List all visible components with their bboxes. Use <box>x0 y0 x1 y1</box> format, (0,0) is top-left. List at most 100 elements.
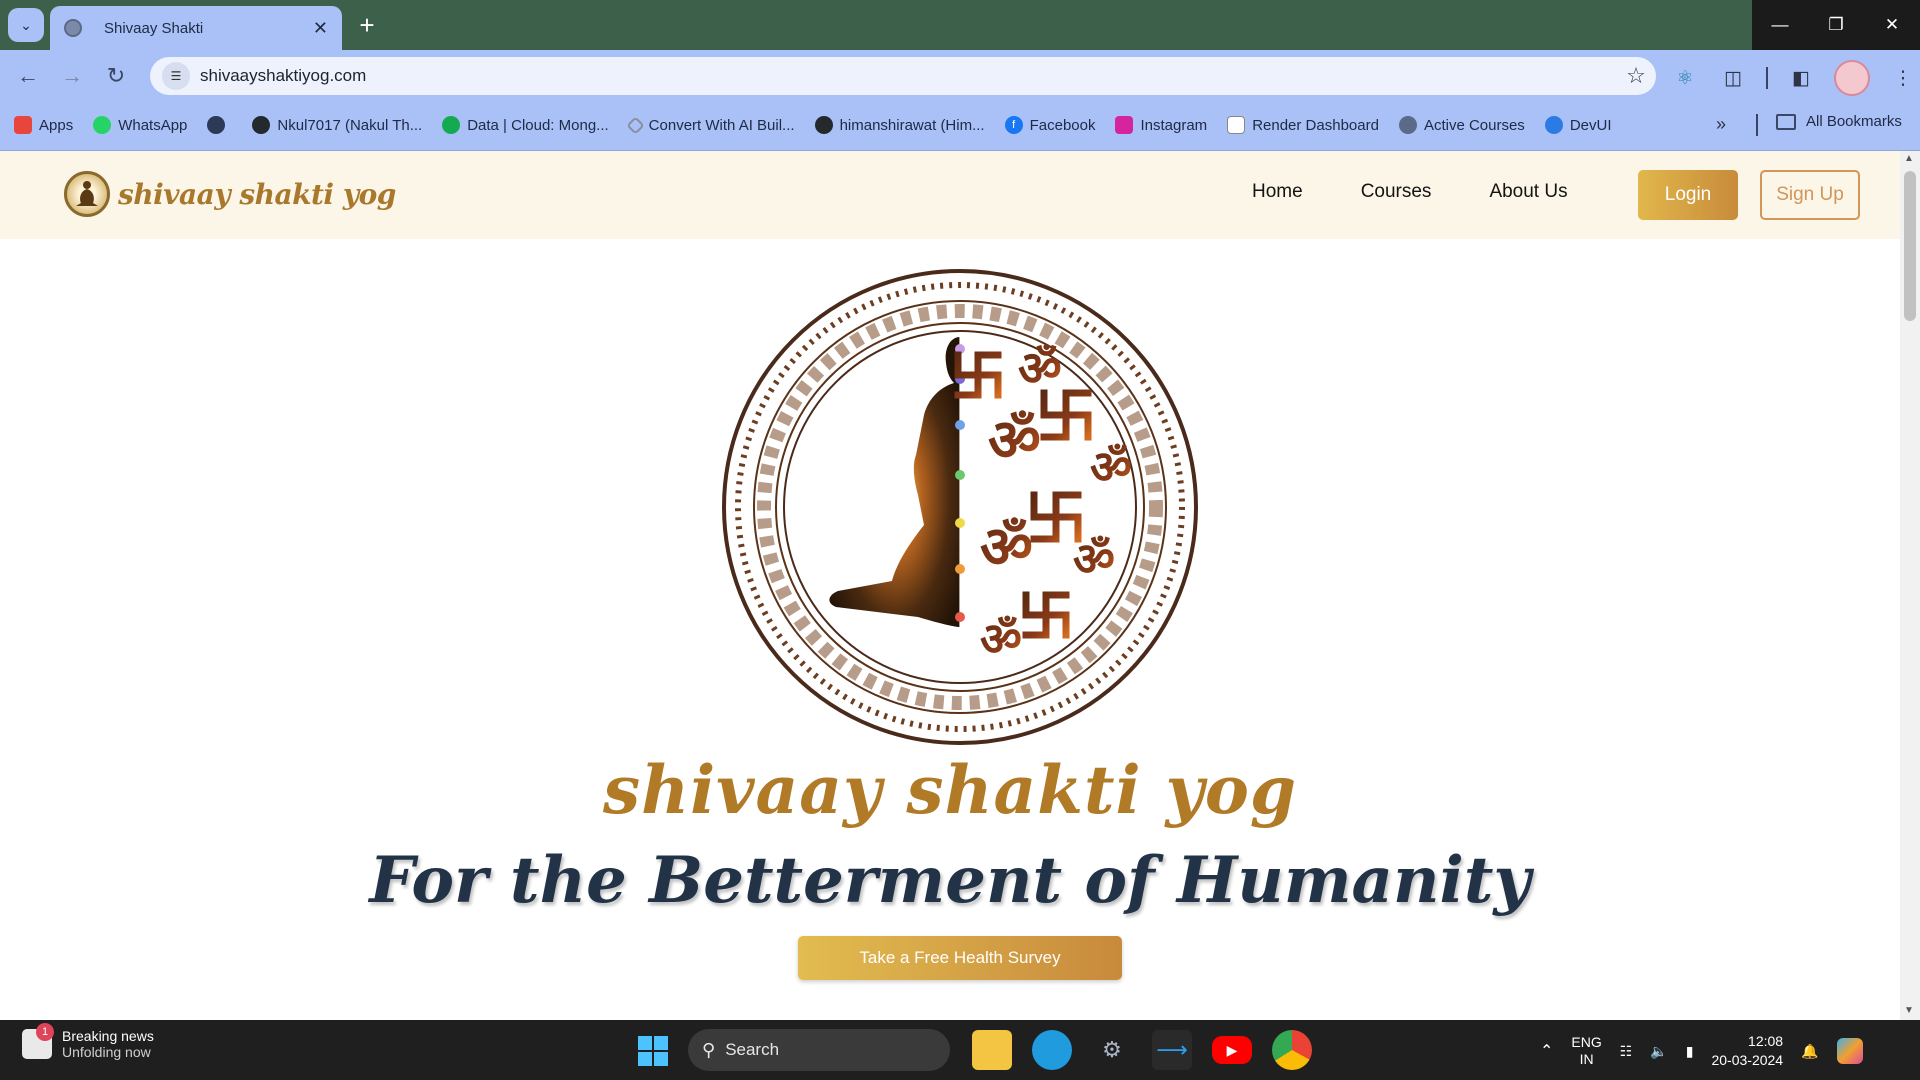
news-title: Breaking news <box>62 1028 154 1044</box>
scroll-up-arrow-icon[interactable]: ▲ <box>1904 153 1914 164</box>
bookmark-globe[interactable] <box>207 116 232 134</box>
browser-tab[interactable]: Shivaay Shakti ✕ <box>50 6 342 50</box>
mongodb-leaf-icon <box>442 116 461 134</box>
extensions-puzzle-icon[interactable]: ◫ <box>1718 63 1748 93</box>
side-panel-icon[interactable]: ◧ <box>1786 63 1816 93</box>
apps-grid-icon <box>14 116 32 134</box>
bookmark-render[interactable]: Render Dashboard <box>1227 116 1379 134</box>
folder-icon <box>1776 113 1796 130</box>
svg-text:ॐ: ॐ <box>1090 440 1132 494</box>
window-controls: — ❐ ✕ <box>1752 0 1920 50</box>
scrollbar-thumb[interactable] <box>1904 171 1916 321</box>
browser-menu-icon[interactable]: ⋮ <box>1888 63 1918 93</box>
tab-title: Shivaay Shakti <box>104 19 204 37</box>
site-favicon-icon <box>64 19 82 37</box>
nav-about-us[interactable]: About Us <box>1489 181 1567 203</box>
new-tab-button[interactable]: + <box>352 10 382 40</box>
close-tab-icon[interactable]: ✕ <box>313 18 328 39</box>
courses-icon <box>1398 116 1417 134</box>
svg-text:ॐ: ॐ <box>980 612 1022 666</box>
bookmark-devui[interactable]: DevUI <box>1544 116 1612 134</box>
globe-icon <box>207 116 226 134</box>
news-icon: 1 <box>22 1023 54 1059</box>
back-button[interactable]: ← <box>12 60 44 92</box>
url-text[interactable]: shivaayshaktiyog.com <box>200 66 1616 86</box>
render-icon <box>1227 116 1246 134</box>
svg-text:ॐ: ॐ <box>980 513 1033 581</box>
bookmark-convert-ai[interactable]: Convert With AI Buil... <box>625 115 795 135</box>
facebook-icon: f <box>1004 116 1023 134</box>
news-badge: 1 <box>36 1023 54 1041</box>
profile-avatar[interactable] <box>1834 60 1870 96</box>
hero-meditation-emblem: ॐ ॐ ॐ ॐ ॐ ॐ <box>722 269 1198 745</box>
nav-courses[interactable]: Courses <box>1361 181 1432 203</box>
news-text: Breaking news Unfolding now <box>62 1028 154 1060</box>
battery-icon[interactable]: ▮ <box>1686 1043 1694 1060</box>
bookmark-github-himanshi[interactable]: himanshirawat (Him... <box>814 116 985 134</box>
diamond-icon <box>625 115 645 135</box>
tab-strip: ⌄ Shivaay Shakti ✕ + — ❐ ✕ <box>0 0 1920 50</box>
main-nav: Home Courses About Us <box>1252 181 1568 203</box>
news-subtitle: Unfolding now <box>62 1044 151 1060</box>
taskbar-search[interactable]: ⚲ Search <box>688 1029 950 1071</box>
github-icon <box>814 116 833 134</box>
bookmark-github-nakul[interactable]: Nkul7017 (Nakul Th... <box>252 116 422 134</box>
login-button[interactable]: Login <box>1638 170 1738 220</box>
volume-icon[interactable]: 🔈 <box>1650 1043 1667 1060</box>
all-bookmarks-button[interactable]: All Bookmarks <box>1776 113 1902 130</box>
forward-button[interactable]: → <box>56 60 88 92</box>
bookmark-apps[interactable]: Apps <box>14 116 73 134</box>
language-indicator[interactable]: ENG IN <box>1571 1034 1601 1068</box>
bookmark-whatsapp[interactable]: WhatsApp <box>93 116 187 134</box>
system-tray: ⌃ ENG IN ☷ 🔈 ▮ 12:08 20-03-2024 🔔 <box>1540 1032 1863 1070</box>
more-bookmarks-icon[interactable]: » <box>1716 114 1726 135</box>
site-header: shivaay shakti yog Home Courses About Us… <box>0 151 1900 239</box>
news-widget[interactable]: 1 Breaking news Unfolding now <box>22 1023 154 1060</box>
hero-tagline: For the Betterment of Humanity <box>369 843 1531 918</box>
chrome-icon[interactable] <box>1272 1030 1312 1070</box>
github-icon <box>252 116 271 134</box>
wifi-icon[interactable]: ☷ <box>1620 1043 1633 1060</box>
bookmarks-separator <box>1756 114 1758 136</box>
windows-start-icon[interactable] <box>638 1036 668 1066</box>
chevron-up-icon[interactable]: ⌃ <box>1540 1041 1553 1061</box>
signup-button[interactable]: Sign Up <box>1760 170 1860 220</box>
region-code: IN <box>1579 1051 1594 1067</box>
toolbar-separator <box>1766 67 1768 89</box>
vscode-icon[interactable]: ⟶ <box>1152 1030 1192 1070</box>
minimize-button[interactable]: — <box>1752 0 1808 50</box>
free-health-survey-button[interactable]: Take a Free Health Survey <box>798 936 1122 980</box>
clock[interactable]: 12:08 20-03-2024 <box>1711 1032 1783 1070</box>
youtube-icon[interactable]: ▶ <box>1212 1036 1252 1064</box>
tab-search-button[interactable]: ⌄ <box>8 8 44 42</box>
file-explorer-icon[interactable] <box>972 1030 1012 1070</box>
react-devtools-icon[interactable]: ⚛ <box>1670 63 1700 93</box>
reload-button[interactable]: ↻ <box>100 60 132 92</box>
restore-button[interactable]: ❐ <box>1808 0 1864 50</box>
windows-taskbar: 1 Breaking news Unfolding now ⚲ Search ⚙… <box>0 1020 1920 1080</box>
instagram-icon <box>1115 116 1134 134</box>
settings-gear-icon[interactable]: ⚙ <box>1092 1030 1132 1070</box>
site-info-icon[interactable]: ☰ <box>162 62 190 90</box>
close-window-button[interactable]: ✕ <box>1864 0 1920 50</box>
copilot-icon[interactable] <box>1836 1038 1863 1064</box>
bookmark-instagram[interactable]: Instagram <box>1115 116 1207 134</box>
svg-text:ॐ: ॐ <box>1018 341 1062 397</box>
edge-icon[interactable] <box>1032 1030 1072 1070</box>
address-bar[interactable]: ☰ shivaayshaktiyog.com ☆ <box>150 57 1656 95</box>
whatsapp-icon <box>93 116 112 134</box>
clock-time: 12:08 <box>1748 1033 1784 1049</box>
search-icon: ⚲ <box>702 1039 716 1060</box>
language-code: ENG <box>1571 1034 1602 1050</box>
site-logo[interactable]: shivaay shakti yog <box>64 171 396 217</box>
hero-brand-name: shivaay shakti yog <box>602 751 1298 829</box>
bookmark-star-icon[interactable]: ☆ <box>1616 63 1656 89</box>
bookmark-active-courses[interactable]: Active Courses <box>1398 116 1525 134</box>
nav-home[interactable]: Home <box>1252 181 1303 203</box>
bookmark-facebook[interactable]: f Facebook <box>1004 116 1095 134</box>
notification-bell-icon[interactable]: 🔔 <box>1801 1043 1818 1060</box>
page-scrollbar[interactable]: ▲ ▼ <box>1900 151 1920 1020</box>
bookmark-mongodb[interactable]: Data | Cloud: Mong... <box>442 116 609 134</box>
scroll-down-arrow-icon[interactable]: ▼ <box>1904 1005 1914 1016</box>
taskbar-search-label: Search <box>725 1040 780 1059</box>
